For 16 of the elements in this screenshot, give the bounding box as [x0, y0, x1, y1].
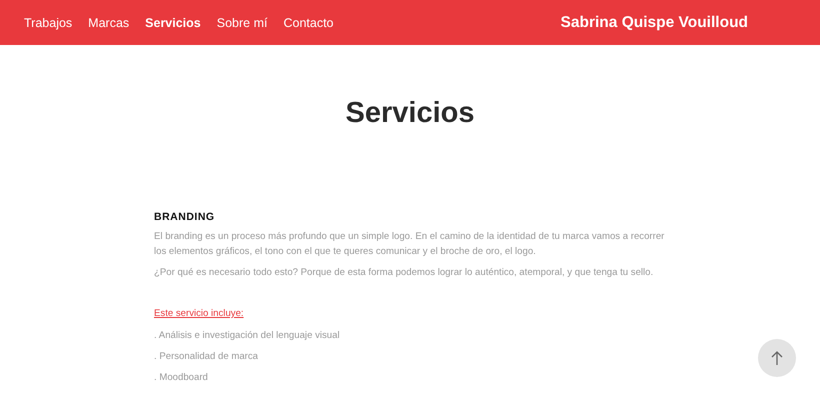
nav-link[interactable]: Contacto	[283, 16, 334, 30]
paragraph: El branding es un proceso más profundo que un simple logo. En el camino de la identidad de tu marca vamos a recorrer los elementos gráficos, el tono con el que te queres comunicar y el broche de oro, el logo.	[154, 230, 666, 259]
section-heading: BRANDING	[154, 211, 216, 223]
nav-link[interactable]: Marcas	[88, 16, 130, 30]
page-title: Servicios	[344, 96, 476, 131]
list-item: . Personalidad de marca	[154, 350, 259, 363]
nav-link[interactable]: Sobre mí	[216, 16, 268, 30]
scroll-top-button[interactable]	[758, 339, 796, 377]
nav-link[interactable]: Servicios	[145, 16, 201, 30]
list-item: . Moodboard	[154, 371, 209, 384]
includes-link[interactable]: Este servicio incluye:	[154, 308, 244, 319]
site-brand[interactable]: Sabrina Quispe Vouilloud	[560, 14, 748, 32]
paragraph: ¿Por qué es necesario todo esto? Porque de esta forma podemos lograr lo auténtico, atemporal, y que tenga tu sello.	[154, 266, 654, 280]
arrow-up-icon	[771, 350, 783, 366]
nav-link[interactable]: Trabajos	[24, 16, 72, 30]
list-item: . Análisis e investigación del lenguaje visual	[154, 329, 341, 342]
